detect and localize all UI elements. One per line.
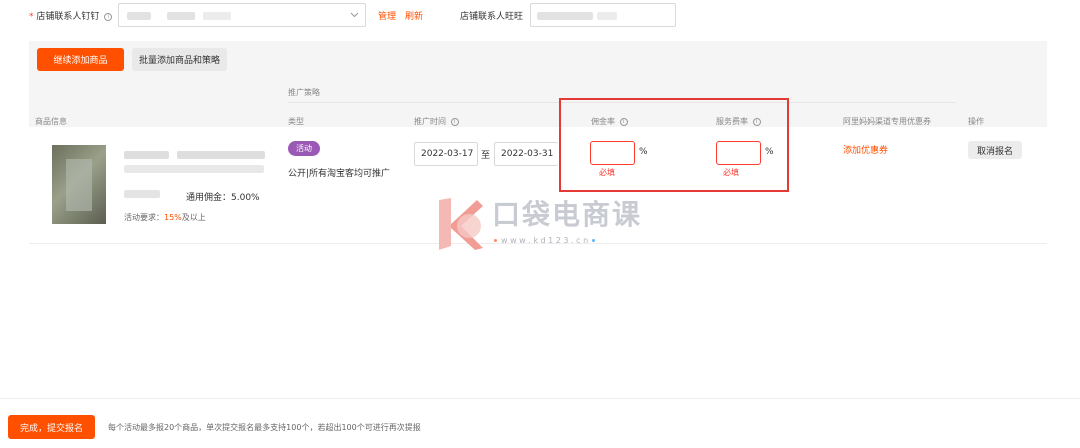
commission-rate-input[interactable] — [590, 141, 635, 165]
col-product-info: 商品信息 — [35, 117, 67, 126]
dingding-select[interactable] — [118, 3, 366, 27]
blurred-title — [124, 151, 169, 159]
requirement-value: 15% — [164, 213, 182, 222]
service-rate-input[interactable] — [716, 141, 761, 165]
start-date-input[interactable]: 2022-03-17 — [414, 142, 478, 166]
blurred-price — [124, 190, 160, 198]
col-type: 类型 — [288, 117, 304, 126]
dingding-label-group: * 店铺联系人钉钉 i — [29, 9, 113, 22]
chevron-down-icon — [350, 12, 359, 18]
commission-percent: % — [639, 147, 648, 157]
wangwang-label: 店铺联系人旺旺 — [460, 12, 524, 22]
date-separator: 至 — [481, 151, 491, 161]
wangwang-input[interactable] — [530, 3, 676, 27]
add-coupon-link[interactable]: 添加优惠券 — [843, 143, 888, 156]
watermark-url-row: w w w . k d 1 2 3 . c n — [494, 236, 634, 245]
end-date-input[interactable]: 2022-03-31 — [494, 142, 558, 166]
col-coupon: 阿里妈妈渠道专用优惠券 — [843, 117, 931, 126]
footer-note: 每个活动最多报20个商品，单次提交报名最多支持100个，若超出100个可进行再次… — [108, 423, 421, 432]
activity-tag: 活动 — [288, 141, 320, 156]
blurred-value — [537, 12, 593, 20]
watermark-url: w w w . k d 1 2 3 . c n — [501, 236, 589, 245]
general-commission: 通用佣金：5.00% — [186, 193, 260, 203]
col-action: 操作 — [968, 117, 984, 126]
info-icon[interactable]: i — [104, 12, 113, 21]
col-promo-time-label: 推广时间 — [414, 117, 446, 126]
cancel-registration-button[interactable]: 取消报名 — [968, 141, 1022, 159]
service-percent: % — [765, 147, 774, 157]
blurred-value — [167, 12, 195, 20]
kd-logo-icon — [439, 198, 483, 250]
dingding-label: 店铺联系人钉钉 — [36, 12, 100, 22]
refresh-link[interactable]: 刷新 — [405, 9, 423, 22]
blurred-title — [124, 165, 264, 173]
blurred-value — [127, 12, 151, 20]
product-thumbnail[interactable] — [52, 145, 106, 224]
batch-add-button[interactable]: 批量添加商品和策略 — [132, 48, 227, 71]
watermark-title: 口袋电商课 — [492, 198, 643, 231]
service-required-tip: 必填 — [723, 168, 739, 177]
submit-button[interactable]: 完成，提交报名 — [8, 415, 95, 439]
product-figure — [66, 159, 92, 211]
col-promo-time: 推广时间 i — [414, 116, 459, 127]
required-star: * — [29, 12, 34, 22]
add-product-button[interactable]: 继续添加商品 — [37, 48, 124, 71]
info-icon[interactable]: i — [450, 117, 459, 126]
blurred-title — [177, 151, 265, 159]
blurred-value — [203, 12, 231, 20]
blurred-value — [597, 12, 617, 20]
manage-link[interactable]: 管理 — [378, 9, 396, 22]
requirement-prefix: 活动要求： — [124, 213, 164, 222]
type-description: 公开|所有淘宝客均可推广 — [288, 169, 391, 179]
commission-required-tip: 必填 — [599, 168, 615, 177]
dot-icon — [592, 239, 596, 242]
dot-icon — [494, 239, 497, 242]
activity-requirement: 活动要求：15%及以上 — [124, 212, 206, 223]
requirement-suffix: 及以上 — [181, 213, 206, 222]
strategy-group-header: 推广策略 — [288, 88, 320, 97]
